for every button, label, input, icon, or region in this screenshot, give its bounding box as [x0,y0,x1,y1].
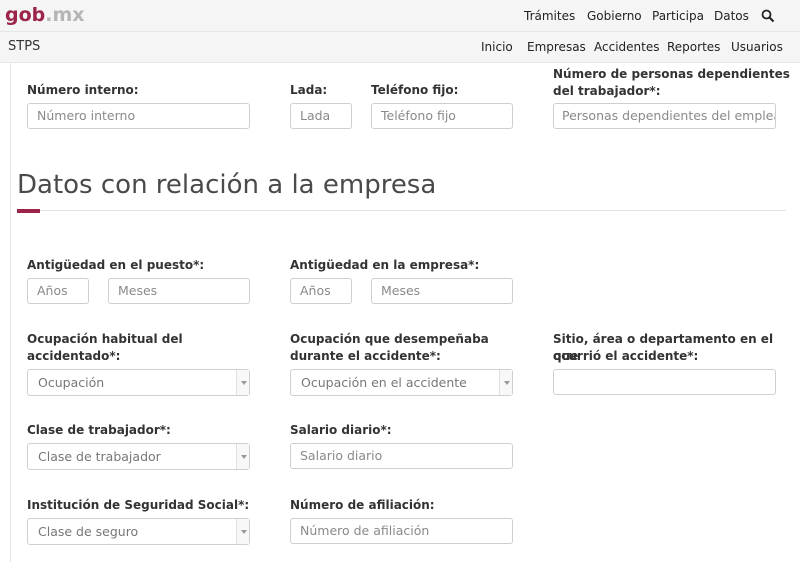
numero-interno-label: Número interno: [27,83,139,97]
dependientes-label-line1: Número de personas dependientes [553,67,790,81]
chevron-down-icon [499,370,512,395]
afiliacion-input[interactable]: Número de afiliación [290,518,513,544]
antiguedad-empresa-anos-input[interactable]: Años [290,278,352,304]
sub-nav-empresas[interactable]: Empresas [527,40,586,54]
clase-trabajador-label: Clase de trabajador*: [27,423,171,437]
ocupacion-select[interactable]: Ocupación [27,369,250,396]
antiguedad-puesto-meses-input[interactable]: Meses [108,278,250,304]
top-nav-tramites[interactable]: Trámites [524,9,575,23]
telefono-fijo-input[interactable]: Teléfono fijo [371,103,513,129]
antiguedad-empresa-label: Antigüedad en la empresa*: [290,258,480,272]
sub-nav-accidentes[interactable]: Accidentes [594,40,659,54]
ocupacion-accidente-label-line1: Ocupación que desempeñaba [290,332,489,346]
top-nav-datos[interactable]: Datos [714,9,749,23]
section-divider [40,210,786,211]
sub-nav-reportes[interactable]: Reportes [667,40,720,54]
section-title: Datos con relación a la empresa [17,170,437,200]
ocupacion-accidente-label-line2: durante el accidente*: [290,349,441,363]
antiguedad-puesto-anos-input[interactable]: Años [27,278,89,304]
institucion-select-value: Clase de seguro [38,524,139,539]
ocupacion-accidente-select-value: Ocupación en el accidente [301,375,467,390]
ocupacion-select-value: Ocupación [38,375,105,390]
stps-sub-bar: STPS Inicio Empresas Accidentes Reportes… [0,32,800,63]
salario-diario-input[interactable]: Salario diario [290,443,513,469]
logo-tld: .mx [45,4,85,26]
top-nav-participa[interactable]: Participa [652,9,704,23]
chevron-down-icon [236,444,249,469]
clase-trabajador-select-value: Clase de trabajador [38,449,161,464]
gobmx-top-bar: gob.mx Trámites Gobierno Participa Datos [0,0,800,32]
lada-label: Lada: [290,83,328,97]
institucion-select[interactable]: Clase de seguro [27,518,250,545]
sub-nav-inicio[interactable]: Inicio [481,40,513,54]
stps-brand[interactable]: STPS [8,39,40,54]
ocupacion-label-line2: accidentado*: [27,349,121,363]
institucion-label: Institución de Seguridad Social*: [27,498,250,512]
antiguedad-puesto-label: Antigüedad en el puesto*: [27,258,205,272]
logo-main: gob [5,4,46,26]
chevron-down-icon [236,370,249,395]
salario-diario-label: Salario diario*: [290,423,392,437]
top-nav-gobierno[interactable]: Gobierno [587,9,642,23]
sitio-label-line2: ocurrió el accidente*: [553,349,699,363]
content-left-rule [10,63,11,562]
numero-interno-input[interactable]: Número interno [27,103,250,129]
gobmx-logo[interactable]: gob.mx [5,4,85,26]
antiguedad-empresa-meses-input[interactable]: Meses [371,278,513,304]
ocupacion-label-line1: Ocupación habitual del [27,332,183,346]
lada-input[interactable]: Lada [290,103,352,129]
section-title-accent [17,209,40,213]
chevron-down-icon [236,519,249,544]
dependientes-label-line2: del trabajador*: [553,84,661,98]
telefono-fijo-label: Teléfono fijo: [371,83,459,97]
sitio-input[interactable] [553,369,776,395]
clase-trabajador-select[interactable]: Clase de trabajador [27,443,250,470]
search-icon[interactable] [761,9,775,23]
dependientes-input[interactable]: Personas dependientes del empleado [553,103,776,129]
sub-nav-usuarios[interactable]: Usuarios [731,40,783,54]
ocupacion-accidente-select[interactable]: Ocupación en el accidente [290,369,513,396]
afiliacion-label: Número de afiliación: [290,498,435,512]
